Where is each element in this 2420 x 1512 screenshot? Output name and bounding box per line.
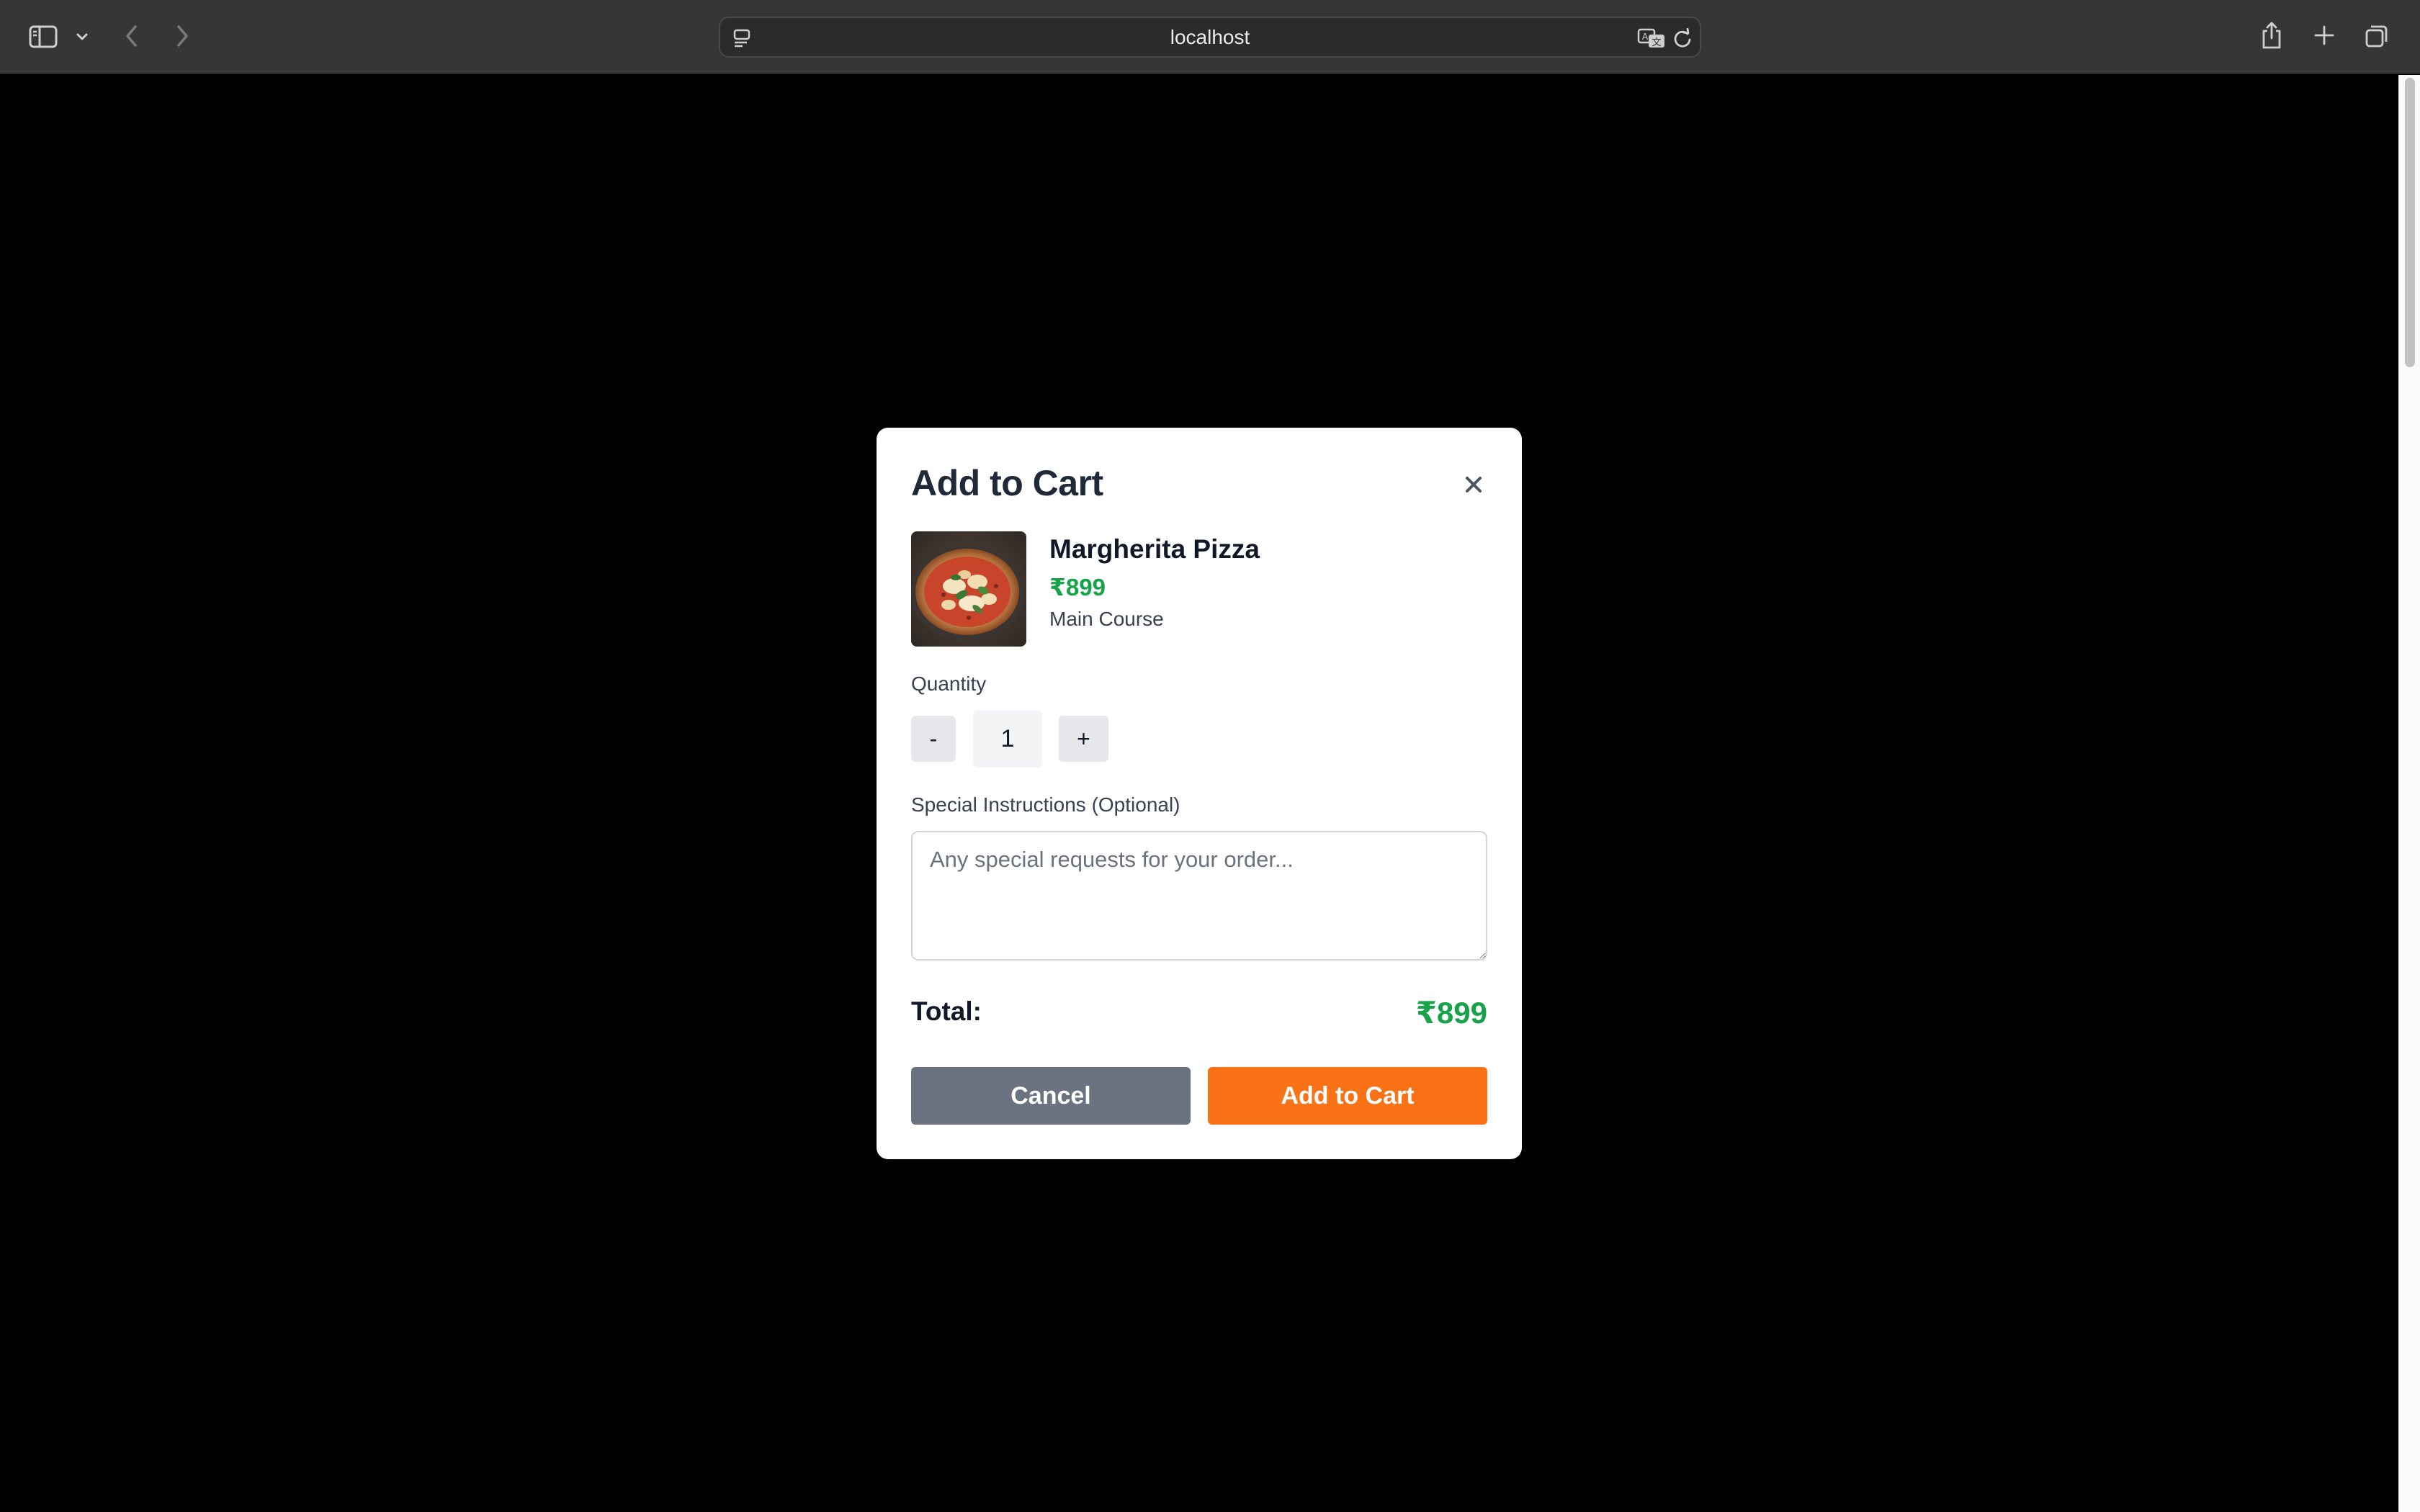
chevron-left-icon[interactable]: [120, 22, 144, 50]
item-name: Margherita Pizza: [1049, 534, 1260, 564]
item-price: ₹899: [1049, 574, 1106, 600]
increment-button[interactable]: +: [1059, 716, 1108, 762]
sidebar-icon[interactable]: [26, 22, 60, 52]
translate-icon[interactable]: 文A: [1636, 25, 1667, 51]
add-to-cart-modal: Add to Cart Margherita Pizza ₹899 Main C…: [877, 428, 1522, 1159]
chevron-right-icon[interactable]: [170, 22, 194, 50]
modal-title: Add to Cart: [911, 463, 1103, 503]
quantity-label: Quantity: [911, 672, 987, 695]
special-instructions-input[interactable]: [911, 831, 1487, 960]
instructions-label: Special Instructions (Optional): [911, 793, 1180, 816]
close-button[interactable]: [1458, 469, 1489, 500]
item-category: Main Course: [1049, 608, 1164, 630]
url-text[interactable]: localhost: [720, 18, 1700, 56]
plus-icon[interactable]: [2311, 22, 2338, 49]
share-icon[interactable]: [2257, 19, 2286, 52]
total-label: Total:: [911, 996, 982, 1026]
close-icon: [1466, 477, 1482, 492]
add-to-cart-button[interactable]: Add to Cart: [1208, 1067, 1487, 1125]
scrollbar[interactable]: [2398, 75, 2420, 1512]
chevron-down-icon[interactable]: [72, 27, 92, 46]
decrement-button[interactable]: -: [911, 716, 956, 762]
quantity-value: 1: [973, 710, 1042, 768]
total-value: ₹899: [1415, 996, 1487, 1030]
address-bar[interactable]: localhost 文A: [719, 17, 1701, 58]
tabs-icon[interactable]: [2362, 22, 2391, 50]
scrollbar-thumb[interactable]: [2405, 78, 2415, 367]
browser-toolbar: localhost 文A: [0, 0, 2420, 74]
reload-icon[interactable]: [1671, 27, 1694, 50]
svg-text:A: A: [1642, 32, 1649, 42]
svg-text:文: 文: [1652, 37, 1661, 48]
cancel-button[interactable]: Cancel: [911, 1067, 1191, 1125]
pizza-image: [911, 531, 1026, 647]
